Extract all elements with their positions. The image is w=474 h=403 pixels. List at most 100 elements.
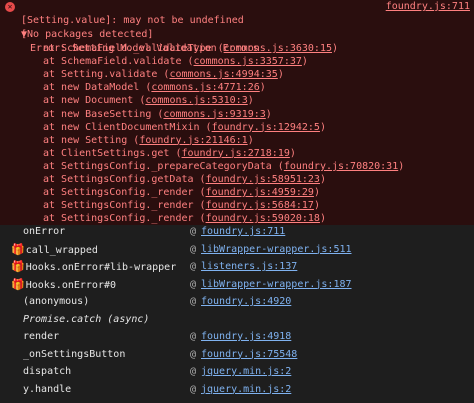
- call-stack-function: 🎁Hooks.onError#lib-wrapper: [11, 258, 176, 276]
- stack-trace-function: at new ClientDocumentMixin (: [43, 121, 212, 133]
- function-name: y.handle: [23, 383, 72, 395]
- call-stack-frame[interactable]: (anonymous) @ foundry.js:4920: [0, 293, 474, 310]
- at-symbol: @: [190, 226, 197, 237]
- call-stack-frame[interactable]: 🎁Hooks.onError#0 @ libWrapper-wrapper.js:1…: [0, 276, 474, 293]
- stack-trace-line: at SettingsConfig._render (foundry.js:49…: [43, 186, 320, 200]
- stack-trace-line: at new BaseSetting (commons.js:9319:3): [43, 108, 272, 122]
- gift-icon: 🎁: [11, 260, 25, 273]
- async-label: Promise.catch (async): [23, 313, 150, 325]
- stack-trace-function: at new Setting (: [43, 134, 140, 146]
- stack-trace-paren: ): [289, 147, 296, 159]
- call-stack-source-link[interactable]: foundry.js:75548: [201, 346, 297, 363]
- call-stack-source-link[interactable]: listeners.js:137: [201, 258, 297, 275]
- stack-trace-paren: ): [332, 43, 339, 54]
- stack-trace-function: at SchemaField._validateType (: [43, 43, 224, 54]
- call-stack-source-link[interactable]: libWrapper-wrapper.js:511: [201, 241, 352, 258]
- function-name: Hooks.onError#0: [25, 279, 117, 291]
- call-stack-source-link[interactable]: jquery.min.js:2: [201, 363, 291, 380]
- call-stack-frame[interactable]: render @ foundry.js:4918: [0, 328, 474, 345]
- call-stack-function: onError: [23, 223, 65, 240]
- stack-trace-function: at SchemaField.validate (: [43, 56, 194, 68]
- stack-trace-link[interactable]: foundry.js:58951:23: [206, 174, 320, 185]
- stack-trace-paren: ): [259, 82, 266, 94]
- at-symbol: @: [190, 331, 197, 342]
- devtools-console: ✕ ▼ Error: Setting Model Validation Erro…: [0, 0, 474, 403]
- stack-trace-function: at ClientSettings.get (: [43, 147, 182, 159]
- error-message-block: ✕ ▼ Error: Setting Model Validation Erro…: [0, 0, 474, 225]
- gift-icon: 🎁: [11, 242, 25, 256]
- stack-trace-function: at SettingsConfig._prepareCategoryData (: [43, 160, 284, 172]
- call-stack-frame[interactable]: 🎁call_wrapped @ libWrapper-wrapper.js:511: [0, 241, 474, 258]
- stack-trace-paren: ): [319, 121, 326, 133]
- at-symbol: @: [190, 348, 197, 360]
- call-stack-function: (anonymous): [23, 293, 89, 310]
- call-stack-function: dispatch: [23, 363, 71, 380]
- function-name: (anonymous): [23, 296, 90, 307]
- stack-trace-paren: ): [247, 95, 254, 107]
- stack-trace-line: at new DataModel (commons.js:4771:26): [43, 81, 266, 95]
- stack-trace-function: at new BaseSetting (: [43, 108, 164, 120]
- error-message-line: [No packages detected]: [21, 29, 154, 40]
- call-stack-source-link[interactable]: jquery.min.js:2: [201, 381, 291, 398]
- function-name: Hooks.onError#lib-wrapper: [25, 262, 177, 273]
- stack-trace-function: at SettingsConfig.getData (: [43, 174, 206, 185]
- stack-trace-line: at ClientSettings.get (foundry.js:2718:1…: [43, 147, 296, 161]
- stack-trace-line: at new Document (commons.js:5310:3): [43, 94, 254, 108]
- stack-trace-link[interactable]: foundry.js:12942:5: [212, 122, 320, 133]
- call-stack-function: y.handle: [23, 381, 71, 398]
- stack-trace-line: at new ClientDocumentMixin (foundry.js:1…: [43, 121, 326, 135]
- function-name: dispatch: [23, 366, 72, 377]
- at-symbol: @: [190, 243, 197, 255]
- stack-trace-link[interactable]: foundry.js:5684:17: [206, 200, 314, 211]
- stack-trace-link[interactable]: commons.js:3630:15: [224, 43, 332, 54]
- at-symbol: @: [190, 261, 197, 272]
- stack-trace-paren: ): [265, 108, 272, 120]
- call-stack-function: render: [23, 328, 59, 345]
- call-stack-function: 🎁call_wrapped: [11, 241, 98, 259]
- stack-trace-paren: ): [319, 174, 326, 185]
- stack-trace-function: at Setting.validate (: [43, 69, 170, 81]
- call-stack-source-link[interactable]: foundry.js:711: [201, 223, 285, 240]
- function-name: _onSettingsButton: [23, 348, 126, 360]
- stack-trace-line: at SchemaField.validate (commons.js:3357…: [43, 55, 308, 69]
- error-header[interactable]: ✕ ▼ Error: Setting Model Validation Erro…: [0, 0, 474, 54]
- stack-trace-link[interactable]: foundry.js:2718:19: [181, 148, 289, 159]
- stack-trace-function: at SettingsConfig._render (: [43, 187, 206, 199]
- stack-trace-function: at new DataModel (: [43, 82, 152, 94]
- stack-trace-link[interactable]: commons.js:4771:26: [151, 82, 259, 93]
- stack-trace-function: at SettingsConfig._render (: [43, 200, 206, 212]
- function-name: onError: [23, 226, 66, 237]
- call-stack-frame[interactable]: _onSettingsButton @ foundry.js:75548: [0, 346, 474, 363]
- call-stack-frame[interactable]: dispatch @ jquery.min.js:2: [0, 363, 474, 380]
- error-circle-icon: ✕: [5, 2, 15, 12]
- stack-trace-link[interactable]: foundry.js:21146:1: [139, 135, 247, 146]
- stack-trace-link[interactable]: commons.js:4994:35: [169, 69, 277, 80]
- at-symbol: @: [190, 278, 197, 290]
- call-stack-source-link[interactable]: libWrapper-wrapper.js:187: [201, 276, 352, 293]
- call-stack-frame[interactable]: y.handle @ jquery.min.js:2: [0, 381, 474, 398]
- stack-trace-paren: ): [247, 134, 254, 146]
- stack-trace-link[interactable]: foundry.js:70820:31: [284, 161, 398, 172]
- stack-trace-paren: ): [313, 200, 320, 212]
- call-stack-function: 🎁Hooks.onError#0: [11, 276, 116, 294]
- stack-trace-line: at SettingsConfig._render (foundry.js:56…: [43, 199, 320, 213]
- at-symbol: @: [190, 383, 197, 395]
- error-source-link[interactable]: foundry.js:711: [386, 0, 470, 14]
- error-message-line: [Setting.value]: may not be undefined: [21, 15, 244, 26]
- async-separator: Promise.catch (async): [0, 311, 474, 328]
- stack-trace-link[interactable]: foundry.js:4959:29: [206, 187, 314, 198]
- stack-trace-link[interactable]: commons.js:5310:3: [145, 95, 247, 106]
- stack-trace-link[interactable]: commons.js:9319:3: [163, 109, 265, 120]
- stack-trace-function: at new Document (: [43, 95, 146, 107]
- stack-trace-paren: ): [277, 69, 284, 81]
- at-symbol: @: [190, 296, 197, 307]
- stack-trace-link[interactable]: commons.js:3357:37: [194, 56, 302, 67]
- stack-trace-line: at SchemaField._validateType (commons.js…: [43, 42, 338, 56]
- call-stack-frame[interactable]: 🎁Hooks.onError#lib-wrapper @ listeners.js:…: [0, 258, 474, 275]
- call-stack-source-link[interactable]: foundry.js:4918: [201, 328, 291, 345]
- call-stack-frame[interactable]: onError @ foundry.js:711: [0, 223, 474, 240]
- stack-trace-paren: ): [313, 187, 320, 199]
- stack-trace-paren: ): [398, 160, 405, 172]
- call-stack-source-link[interactable]: foundry.js:4920: [201, 293, 291, 310]
- call-stack-function: _onSettingsButton: [23, 346, 125, 363]
